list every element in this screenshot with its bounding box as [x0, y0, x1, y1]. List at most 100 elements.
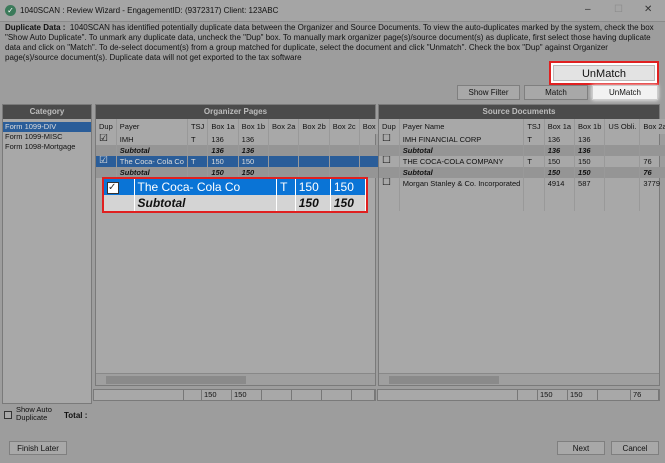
instructions-text: 1040SCAN has identified potentially dupl…: [5, 23, 654, 62]
close-button[interactable]: ✕: [644, 4, 652, 15]
organizer-totals: 150 150: [93, 389, 376, 401]
category-header: Category: [3, 105, 91, 119]
cell: THE COCA-COLA COMPANY: [399, 156, 525, 167]
dup-checkbox[interactable]: ☐: [382, 178, 391, 188]
cell: [329, 134, 360, 145]
cell: [268, 145, 300, 156]
cell: 136: [574, 134, 606, 145]
column-header[interactable]: Dup: [96, 119, 117, 134]
total-cell: [352, 390, 375, 400]
dup-checkbox[interactable]: ☑: [99, 156, 108, 166]
scroll-thumb[interactable]: [106, 376, 246, 384]
cell: Subtotal: [399, 167, 525, 178]
cell: T: [523, 156, 545, 167]
column-header[interactable]: Box 2c: [329, 119, 360, 134]
instructions: Duplicate Data : 1040SCAN has identified…: [5, 23, 660, 63]
column-header[interactable]: Box 1b: [238, 119, 270, 134]
column-header[interactable]: TSJ: [523, 119, 545, 134]
column-header[interactable]: Payer: [116, 119, 188, 134]
tsj-cell: T: [276, 179, 296, 195]
dup-checkbox[interactable]: ☑: [99, 134, 108, 144]
scroll-thumb[interactable]: [389, 376, 499, 384]
total-cell: 76: [631, 390, 659, 400]
show-auto-duplicate-checkbox[interactable]: [4, 410, 12, 419]
table-row[interactable]: ☐ IMH FINANCIAL CORP T 136 136: [379, 134, 665, 145]
cell: Subtotal: [116, 145, 188, 156]
finish-later-button[interactable]: Finish Later: [9, 441, 67, 455]
cell: [523, 145, 545, 156]
column-header[interactable]: Dup: [379, 119, 400, 134]
selected-row-callout: ✓ The Coca- Cola Co T 150 150 Subtotal 1…: [102, 177, 368, 213]
cell: 76: [639, 156, 665, 167]
total-cell: 150: [202, 390, 232, 400]
dup-checkbox[interactable]: ☐: [382, 134, 391, 144]
maximize-button[interactable]: ☐: [614, 4, 623, 15]
cancel-button[interactable]: Cancel: [611, 441, 659, 455]
organizer-panel: Organizer Pages Dup Payer TSJ Box 1a Box 1b B…: [95, 104, 391, 386]
cell: [523, 167, 545, 178]
table-row[interactable]: ☑ The Coca- Cola Co T 150 150: [96, 156, 391, 167]
subtotal-box1a: 150: [295, 195, 331, 211]
next-button[interactable]: Next: [557, 441, 605, 455]
cell: [604, 145, 641, 156]
cell: [604, 156, 641, 167]
cell: 587: [574, 178, 606, 189]
cell: 150: [574, 167, 606, 178]
total-cell: [262, 390, 292, 400]
column-header[interactable]: Box 1b: [574, 119, 606, 134]
cell: [329, 156, 360, 167]
callout-selected-row[interactable]: ✓ The Coca- Cola Co T 150 150: [104, 179, 367, 195]
category-item[interactable]: Form 1098-Mortgage: [3, 142, 91, 152]
source-hscrollbar[interactable]: [379, 373, 659, 385]
cell: Morgan Stanley & Co. Incorporated: [399, 178, 525, 189]
column-header[interactable]: Box 2a: [268, 119, 300, 134]
cell: T: [523, 134, 545, 145]
column-header-row: Dup Payer TSJ Box 1a Box 1b Box 2a Box 2b Box 2…: [96, 119, 391, 134]
column-header[interactable]: US Obli.: [604, 119, 641, 134]
table-row[interactable]: ☐ THE COCA-COLA COMPANY T 150 150 76: [379, 156, 665, 167]
source-totals: 150 150 76: [377, 389, 660, 401]
total-cell: [518, 390, 538, 400]
column-header[interactable]: Box 1a: [544, 119, 576, 134]
category-item[interactable]: Form 1099-DIV: [3, 122, 91, 132]
cell: [604, 167, 641, 178]
cell: 150: [574, 156, 606, 167]
table-row[interactable]: ☑ IMH T 136 136: [96, 134, 391, 145]
subtotal-row[interactable]: Subtotal 136 136: [379, 145, 665, 156]
column-header[interactable]: Box 1a: [207, 119, 239, 134]
show-filter-button[interactable]: Show Filter: [457, 85, 520, 100]
cell: 150: [544, 167, 576, 178]
category-item[interactable]: Form 1099-MISC: [3, 132, 91, 142]
column-header[interactable]: Payer Name: [399, 119, 525, 134]
unmatch-callout-button[interactable]: UnMatch: [553, 65, 655, 81]
dup-checkbox[interactable]: ✓: [107, 181, 119, 194]
column-header[interactable]: TSJ: [187, 119, 209, 134]
minimize-button[interactable]: –: [585, 4, 591, 15]
box1a-cell: 150: [295, 179, 331, 195]
total-cell: [94, 390, 184, 400]
organizer-hscrollbar[interactable]: [96, 373, 375, 385]
cell: [298, 156, 330, 167]
cell: 136: [544, 134, 576, 145]
cell: IMH: [116, 134, 188, 145]
cell: 3779: [639, 178, 665, 189]
subtotal-row[interactable]: Subtotal 136 136: [96, 145, 391, 156]
cell: 76: [639, 167, 665, 178]
cell: 150: [207, 156, 239, 167]
column-header-row: Dup Payer Name TSJ Box 1a Box 1b US Obli. Box …: [379, 119, 665, 134]
table-row[interactable]: ☐ Morgan Stanley & Co. Incorporated 4914 58…: [379, 178, 665, 189]
column-header[interactable]: Box 2a: [639, 119, 665, 134]
dup-checkbox[interactable]: ☐: [382, 156, 391, 166]
total-cell: [598, 390, 631, 400]
cell: 136: [238, 145, 270, 156]
total-cell: [322, 390, 352, 400]
cell: IMH FINANCIAL CORP: [399, 134, 525, 145]
empty-row[interactable]: [379, 200, 665, 211]
column-header[interactable]: Box 2b: [298, 119, 330, 134]
total-cell: 150: [568, 390, 598, 400]
subtotal-row[interactable]: Subtotal 150 150 76: [379, 167, 665, 178]
cell: [268, 134, 300, 145]
match-button[interactable]: Match: [524, 85, 588, 100]
empty-row[interactable]: [379, 189, 665, 200]
unmatch-button[interactable]: UnMatch: [592, 85, 658, 100]
